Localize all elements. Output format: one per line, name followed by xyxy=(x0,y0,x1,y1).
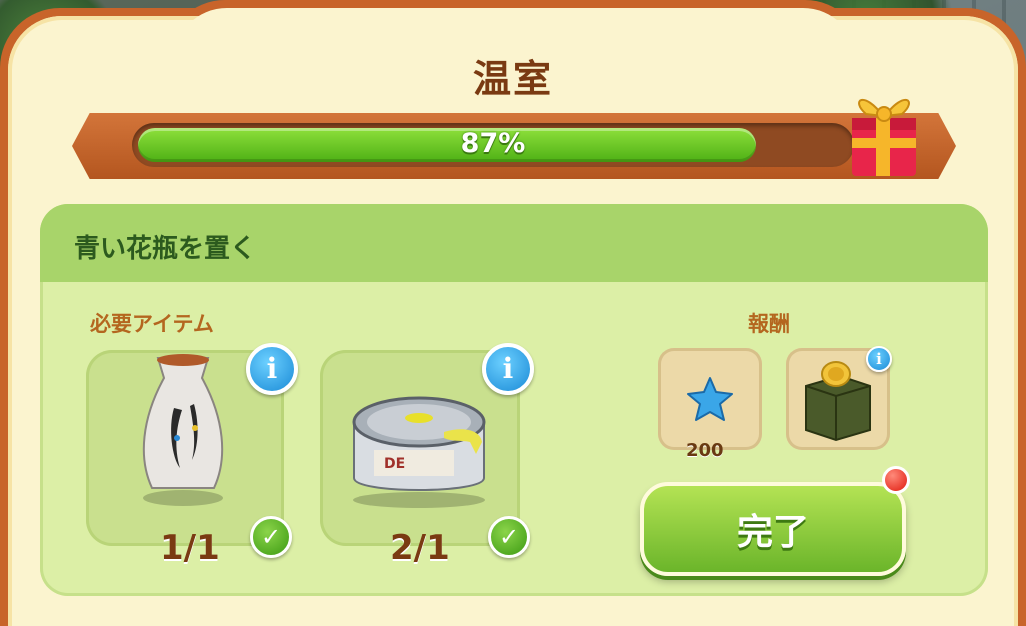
gift-icon[interactable] xyxy=(844,86,924,182)
reward-info-icon[interactable]: i xyxy=(866,346,892,372)
item-info-icon[interactable]: i xyxy=(246,343,298,395)
vase-icon xyxy=(142,354,224,506)
reward-amount-star: 200 xyxy=(686,440,724,461)
check-icon: ✓ xyxy=(250,516,292,558)
progress-percent: 87% xyxy=(460,128,526,159)
svg-text:DE: DE xyxy=(384,456,405,472)
item-info-icon[interactable]: i xyxy=(482,343,534,395)
required-items-label: 必要アイテム xyxy=(90,312,214,336)
rewards-label: 報酬 xyxy=(748,312,790,336)
item-count-vase: 1/1 xyxy=(160,528,220,568)
item-count-paint-can: 2/1 xyxy=(390,528,450,568)
star-icon xyxy=(687,377,733,421)
task-title: 青い花瓶を置く xyxy=(74,234,257,264)
paint-can-icon: DE xyxy=(352,396,486,508)
coin-box-icon xyxy=(805,361,871,442)
notification-dot xyxy=(882,466,910,494)
check-icon: ✓ xyxy=(488,516,530,558)
complete-button[interactable]: 完了 xyxy=(640,482,906,576)
